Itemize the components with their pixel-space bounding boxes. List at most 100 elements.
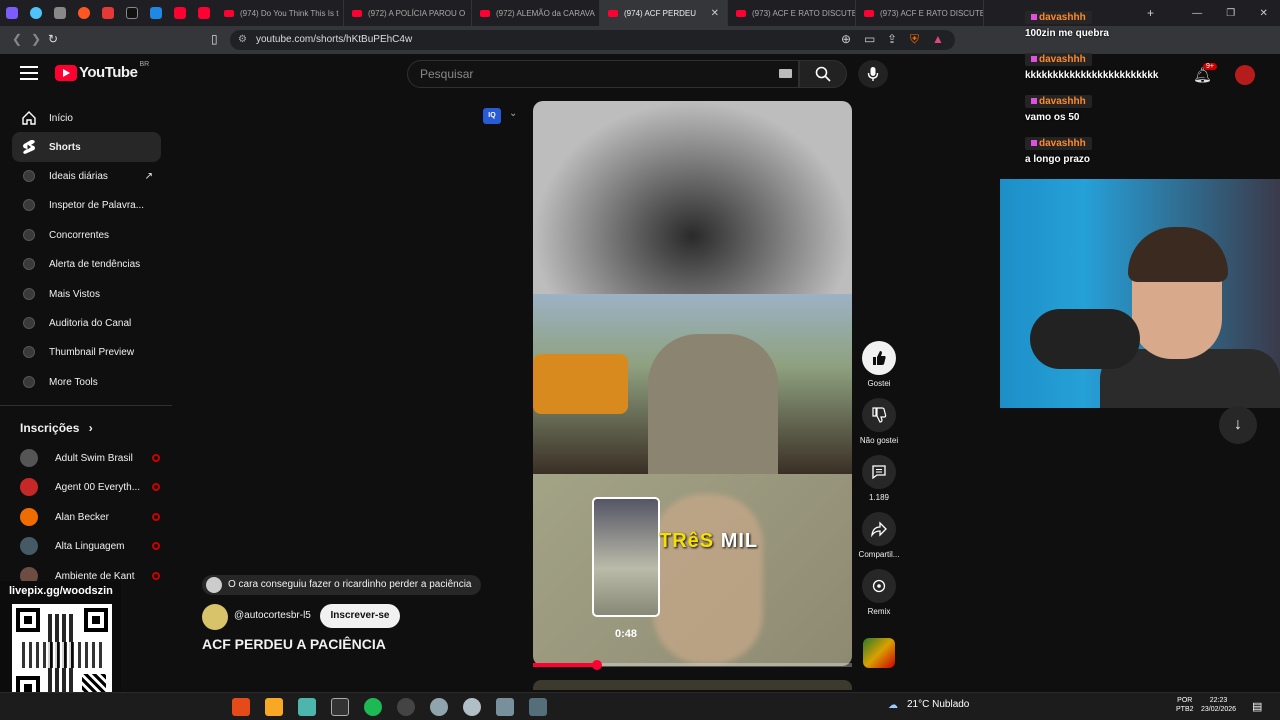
spotify-icon[interactable] [364, 698, 382, 716]
app-icon[interactable] [430, 698, 448, 716]
browser-tab[interactable]: (972) A POLÍCIA PAROU O [344, 0, 472, 26]
chat-message: davashhh kkkkkkkkkkkkkkkkkkkkkkkk [1025, 53, 1159, 81]
subscriptions-heading[interactable]: Inscrições › [20, 421, 93, 435]
next-short-preview[interactable] [533, 680, 852, 690]
chevron-down-icon[interactable]: ⌄ [509, 108, 517, 119]
arrow-down-icon: ↓ [1234, 416, 1242, 433]
pinned-tab[interactable] [192, 0, 216, 26]
like-button[interactable]: Gostei [857, 341, 901, 388]
extension-badge-icon[interactable]: IQ [483, 108, 501, 124]
live-indicator-icon [152, 483, 160, 491]
reload-icon[interactable]: ↻ [48, 32, 58, 46]
sidebar-item-mais-vistos[interactable]: Mais Vistos [12, 279, 161, 309]
live-indicator-icon [152, 572, 160, 580]
extension-icon [21, 374, 37, 390]
channel-avatar[interactable] [202, 604, 228, 630]
pinned-tab[interactable] [72, 0, 96, 26]
minimize-button[interactable]: — [1192, 8, 1202, 19]
subscription-item[interactable]: Alta Linguagem [20, 535, 160, 557]
subscription-item[interactable]: Agent 00 Everyth... [20, 476, 160, 498]
sidebar-divider [0, 405, 172, 406]
notification-center-icon[interactable]: ▤ [1252, 700, 1262, 713]
browser-tab[interactable]: (973) ACF E RATO DISCUTE [728, 0, 856, 26]
sidebar-item-inspetor[interactable]: Inspetor de Palavra... [12, 190, 161, 220]
brave-browser-icon[interactable] [232, 698, 250, 716]
channel-name[interactable]: @autocortesbr-l5 [234, 610, 311, 621]
app-icon[interactable] [496, 698, 514, 716]
sidebar-item-concorrentes[interactable]: Concorrentes [12, 220, 161, 250]
keyboard-icon[interactable] [779, 69, 792, 78]
sidebar-item-alerta[interactable]: Alerta de tendências [12, 249, 161, 279]
browser-tab[interactable]: (972) ALEMÃO da CARAVA [472, 0, 600, 26]
close-window-button[interactable]: ✕ [1259, 8, 1267, 19]
site-info-icon[interactable]: ⚙ [238, 30, 247, 50]
capcut-icon[interactable] [331, 698, 349, 716]
video-progress-bar[interactable] [533, 660, 852, 670]
sidebar-item-shorts[interactable]: Shorts [12, 132, 161, 162]
app-icon[interactable] [463, 698, 481, 716]
voice-search-button[interactable] [858, 60, 888, 88]
browser-tab[interactable]: (974) Do You Think This Is t [216, 0, 344, 26]
language-indicator[interactable]: POR PTB2 [1176, 696, 1194, 714]
file-explorer-icon[interactable] [265, 698, 283, 716]
remix-button[interactable]: Remix [857, 569, 901, 616]
sub-badge-icon [1031, 140, 1037, 146]
subscription-item[interactable]: Alan Becker [20, 506, 160, 528]
account-avatar[interactable] [1235, 65, 1255, 85]
obs-icon[interactable] [397, 698, 415, 716]
pinned-tab[interactable] [0, 0, 24, 26]
close-tab-icon[interactable]: ✕ [711, 8, 719, 19]
pinned-tab[interactable] [168, 0, 192, 26]
next-short-button[interactable]: ↓ [1219, 406, 1257, 444]
audio-source-thumbnail[interactable] [863, 638, 895, 668]
subscription-item[interactable]: Adult Swim Brasil [20, 447, 160, 469]
pinned-tab[interactable] [144, 0, 168, 26]
new-tab-button[interactable]: + [1147, 6, 1154, 20]
dislike-button[interactable]: Não gostei [857, 398, 901, 445]
pinned-tab[interactable] [96, 0, 120, 26]
shorts-video-player[interactable]: TRêS MIL 0:48 [533, 101, 852, 666]
channel-avatar [20, 449, 38, 467]
pinned-tab[interactable] [48, 0, 72, 26]
pinned-tab[interactable] [24, 0, 48, 26]
cast-icon[interactable]: ▭ [864, 32, 875, 46]
search-button[interactable] [799, 60, 847, 88]
share-page-icon[interactable]: ⇪ [887, 32, 897, 46]
short-description[interactable]: O cara conseguiu fazer o ricardinho perd… [202, 575, 482, 595]
share-button[interactable]: Compartil... [857, 512, 901, 559]
youtube-icon [352, 9, 362, 17]
back-icon[interactable]: ❮ [12, 32, 22, 46]
sidebar-item-more-tools[interactable]: More Tools [12, 367, 161, 397]
rewards-icon[interactable]: ▲ [932, 32, 944, 46]
pinned-tab[interactable] [120, 0, 144, 26]
sidebar-item-auditoria[interactable]: Auditoria do Canal [12, 308, 161, 338]
browser-tab-active[interactable]: (974) ACF PERDEU ✕ [600, 0, 728, 26]
search-input[interactable]: Pesquisar [407, 60, 799, 88]
sidebar-item-home[interactable]: Início [12, 103, 161, 133]
app-icon[interactable] [529, 698, 547, 716]
sidebar-item-ideias-diarias[interactable]: Ideais diárias ↗ [12, 161, 161, 191]
sidebar-item-thumbnail-preview[interactable]: Thumbnail Preview [12, 337, 161, 367]
subscribe-button[interactable]: Inscrever-se [320, 604, 400, 628]
forward-icon[interactable]: ❯ [31, 32, 41, 46]
progress-scrubber[interactable] [591, 660, 602, 670]
video-frame-bottom: TRêS MIL 0:48 [533, 474, 852, 666]
menu-icon[interactable] [20, 66, 38, 80]
sub-badge-icon [1031, 98, 1037, 104]
comments-button[interactable]: 1.189 [857, 455, 901, 502]
maximize-button[interactable]: ❐ [1226, 8, 1235, 19]
weather-widget[interactable]: 21°C Nublado [907, 699, 969, 710]
zoom-icon[interactable]: ⊕ [841, 32, 851, 46]
extension-icon [21, 315, 37, 331]
brave-shield-icon[interactable]: ⛨ [910, 32, 919, 47]
remix-icon [862, 569, 896, 603]
browser-tab[interactable]: (973) ACF E RATO DISCUTE [856, 0, 984, 26]
live-indicator-icon [152, 513, 160, 521]
app-icon[interactable] [298, 698, 316, 716]
bookmark-icon[interactable]: ▯ [211, 32, 218, 46]
extension-icon [21, 344, 37, 360]
description-avatar [206, 577, 222, 593]
youtube-logo[interactable]: YouTube BR [55, 61, 149, 81]
system-clock[interactable]: 22:23 23/02/2026 [1201, 696, 1236, 714]
home-icon [21, 110, 37, 126]
